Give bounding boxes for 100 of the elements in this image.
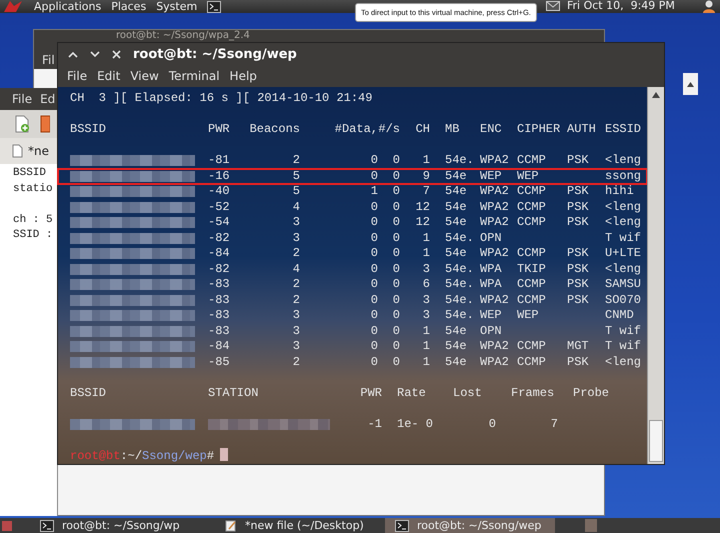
table-cell-text: WPA (480, 277, 503, 292)
table-cell-text: -40 (208, 184, 231, 200)
menu-item[interactable]: Applications (34, 0, 102, 12)
taskbar-item[interactable]: root@bt: ~/Ssong/wp (30, 518, 215, 533)
chevron-up-icon[interactable] (68, 50, 78, 58)
scrollbar-thumb[interactable] (649, 420, 663, 462)
workspace-switcher[interactable] (585, 519, 597, 532)
table-cell-text: 0 (370, 324, 378, 339)
menu-item[interactable]: File (67, 69, 88, 83)
table-cell-text: -1 (366, 416, 382, 432)
person-icon[interactable] (702, 0, 716, 13)
table-cell-text: -16 (208, 168, 231, 184)
envelope-icon[interactable] (546, 1, 560, 11)
app-logo-icon[interactable] (2, 0, 24, 13)
close-icon[interactable] (112, 50, 121, 58)
table-cell-text: CCMP (517, 354, 547, 370)
table-cell-text: 1 (422, 230, 430, 246)
column-header: PWR (208, 122, 231, 138)
taskbar-item[interactable]: *new file (~/Desktop) (215, 518, 385, 533)
table-cell-text: CNMD (605, 308, 635, 324)
table-cell-text: 2 (292, 277, 300, 292)
table-cell-text: 3 (292, 324, 300, 339)
table-cell-text: WEP (480, 308, 503, 324)
table-cell-text: 3 (292, 308, 300, 324)
clock[interactable]: Fri Oct 10, 9:49 PM (567, 0, 675, 12)
table-cell-text: -83 (208, 277, 231, 292)
tab[interactable]: *ne (28, 144, 49, 158)
table-cell-text: CCMP (517, 292, 547, 308)
scrollbar[interactable] (683, 73, 698, 95)
table-cell-text: 1 (422, 153, 430, 168)
menu-item[interactable]: Places (111, 0, 146, 12)
table-cell-text: PSK (567, 184, 590, 200)
table-cell-text: 6 (422, 277, 430, 292)
table-cell-text: WPA2 (480, 339, 510, 354)
menu-item[interactable]: Terminal (168, 69, 220, 83)
table-cell-text: ssong (605, 168, 642, 184)
table-cell-text: PSK (567, 354, 590, 370)
table-cell-text: 54e (444, 184, 468, 200)
table-cell-text: 1 (422, 324, 430, 339)
menu-item[interactable]: Help (230, 69, 257, 83)
scrollbar[interactable] (647, 87, 664, 464)
column-header: AUTH (567, 122, 597, 138)
page-icon (12, 144, 23, 158)
table-cell-text: CCMP (517, 153, 547, 168)
table-cell-text: T wif (605, 230, 642, 246)
table-cell-text: <leng (605, 215, 642, 230)
terminal-icon[interactable] (395, 520, 409, 532)
table-cell-text: OPN (480, 230, 503, 246)
table-cell-text: 54e. (444, 308, 475, 324)
menu-item[interactable]: File (12, 92, 32, 106)
taskbar-item[interactable]: root@bt: ~/Ssong/wep (385, 518, 555, 533)
chevron-down-icon[interactable] (90, 50, 100, 58)
table-cell-text: 1 (422, 339, 430, 354)
table-cell-text: 0 (488, 416, 496, 432)
table-cell-text: 0 (392, 230, 400, 246)
table-cell-text: 4 (292, 200, 300, 215)
shell-prompt: root@bt:~/Ssong/wep# (70, 448, 214, 464)
table-cell-text: 5 (292, 184, 300, 200)
scroll-up-icon[interactable] (652, 92, 660, 98)
table-cell-text: WPA2 (480, 354, 510, 370)
table-cell-text: 0 (392, 168, 400, 184)
edit-icon[interactable] (225, 520, 237, 532)
new-document-icon[interactable] (14, 115, 30, 133)
table-cell-text: PSK (567, 262, 590, 277)
text-line: statio (13, 182, 54, 196)
table-cell-text: 1 (370, 184, 378, 200)
table-cell-text: WPA2 (480, 215, 510, 230)
table-cell-text: 0 (370, 339, 378, 354)
table-cell-text: 0 (370, 277, 378, 292)
document-icon[interactable] (40, 115, 50, 133)
table-cell-text: T wif (605, 324, 642, 339)
table-cell-text: -54 (208, 215, 231, 230)
table-cell-text: 4 (292, 262, 300, 277)
table-cell-text: 54e (444, 324, 468, 339)
table-cell-text: CCMP (517, 277, 547, 292)
table-cell-text: -84 (208, 339, 231, 354)
menu-item[interactable]: Ed (40, 92, 56, 106)
menu-item[interactable]: System (156, 0, 198, 12)
table-cell-text: 0 (370, 168, 378, 184)
table-cell-text: 2 (292, 246, 300, 262)
menu-item[interactable]: View (130, 69, 159, 83)
table-cell-text: PSK (567, 292, 590, 308)
table-cell-text: 1e- 0 (396, 416, 434, 432)
table-cell-text: 3 (292, 339, 300, 354)
table-cell-text: WPA2 (480, 184, 510, 200)
table-cell-text: 3 (422, 262, 430, 277)
table-cell-text: 0 (392, 308, 400, 324)
menu-item[interactable]: Fil (42, 53, 55, 67)
table-cell-text: -83 (208, 292, 231, 308)
terminal-icon[interactable] (207, 0, 222, 12)
table-cell-text: 0 (370, 308, 378, 324)
terminal-icon[interactable] (40, 520, 54, 532)
table-cell-text: 7 (550, 416, 558, 432)
table-cell-text: PSK (567, 153, 590, 168)
scroll-up-icon[interactable] (687, 82, 694, 86)
column-header: Lost (452, 386, 483, 401)
table-cell-text: -84 (208, 246, 231, 262)
table-cell-text: 0 (370, 230, 378, 246)
menu-item[interactable]: Edit (97, 69, 120, 83)
table-cell-text: <leng (605, 354, 642, 370)
